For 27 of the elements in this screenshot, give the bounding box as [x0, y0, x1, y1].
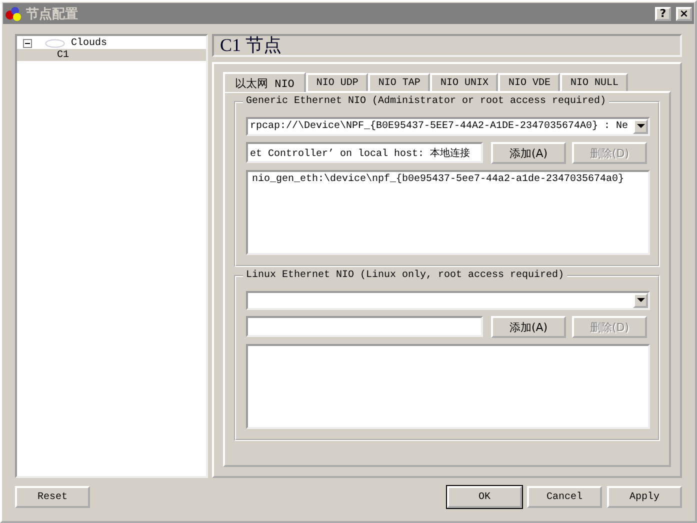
group-title: Linux Ethernet NIO (Linux only, root access required)	[243, 270, 568, 282]
tab[interactable]: 以太网 NIO	[223, 72, 306, 92]
tab[interactable]: NIO TAP	[368, 73, 430, 91]
tree-item[interactable]: Clouds	[69, 38, 110, 48]
tab[interactable]: NIO VDE	[498, 73, 560, 91]
window-title: 节点配置	[26, 6, 78, 22]
group-title: Generic Ethernet NIO (Administrator or root access required)	[243, 96, 610, 108]
dropdown[interactable]: rpcap://\Device\NPF_{B0E95437-5EE7-44A2-A1DE-2347035674A0} : Ne	[246, 117, 650, 136]
reset-button[interactable]: Reset	[15, 486, 90, 508]
input-field[interactable]: et Controller’ on local host: 本地连接	[246, 142, 483, 163]
ok-button[interactable]: OK	[447, 486, 522, 508]
tab[interactable]: NIO NULL	[560, 73, 628, 91]
node-header: C1 节点	[212, 34, 682, 57]
tab[interactable]: NIO UDP	[306, 73, 368, 91]
close-button[interactable]: ×	[676, 6, 692, 20]
tree-item[interactable]: C1	[17, 49, 206, 61]
add-button[interactable]: 添加(A)	[491, 142, 566, 164]
cloud-icon	[45, 38, 65, 48]
add-button[interactable]: 添加(A)	[491, 316, 566, 338]
balls-icon	[5, 6, 23, 22]
collapse-icon[interactable]	[23, 38, 32, 48]
apply-button[interactable]: Apply	[607, 486, 682, 508]
cancel-button[interactable]: Cancel	[527, 486, 602, 508]
tab[interactable]: NIO UNIX	[430, 73, 498, 91]
help-button[interactable]: ?	[655, 6, 671, 20]
input-field[interactable]	[246, 316, 483, 337]
list-item[interactable]: nio_gen_eth:\device\npf_{b0e95437-5ee7-44a2-a1de-2347035674a0}	[250, 174, 646, 185]
